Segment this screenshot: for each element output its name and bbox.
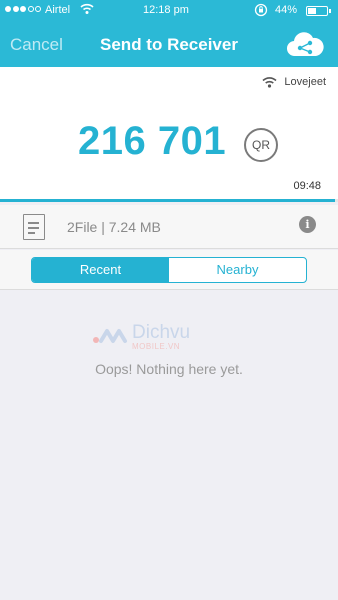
status-bar: Airtel 12:18 pm 44% xyxy=(0,0,338,22)
qr-label: QR xyxy=(252,138,270,152)
countdown-timer: 09:48 xyxy=(293,180,321,192)
expiry-progress-bar xyxy=(0,199,338,202)
qr-code-button[interactable]: QR xyxy=(244,128,278,162)
rotation-lock-icon xyxy=(254,3,268,17)
document-icon xyxy=(23,214,45,240)
info-icon[interactable]: i xyxy=(299,216,316,233)
receive-code: 216 701 xyxy=(78,119,227,163)
tabs-bar: Recent Nearby xyxy=(0,250,338,290)
watermark-brand: Dichvu xyxy=(132,322,191,343)
watermark-sub: MOBILE.VN xyxy=(132,342,181,351)
carrier-name: Airtel xyxy=(45,4,71,16)
empty-state-message: Oops! Nothing here yet. xyxy=(95,361,243,377)
wifi-icon xyxy=(262,77,277,88)
status-time: 12:18 pm xyxy=(143,4,189,16)
tab-nearby[interactable]: Nearby xyxy=(169,258,306,282)
segmented-control: Recent Nearby xyxy=(31,257,307,283)
signal-strength-icon xyxy=(5,6,41,12)
cloud-share-icon[interactable] xyxy=(286,30,324,58)
watermark: Dichvu MOBILE.VN xyxy=(92,321,242,351)
tab-recent[interactable]: Recent xyxy=(32,258,169,282)
network-name: Lovejeet xyxy=(284,76,326,88)
watermark-logo-icon xyxy=(93,329,127,343)
wifi-status-icon xyxy=(80,3,94,14)
file-summary-row[interactable]: 2File | 7.24 MB xyxy=(0,205,338,249)
file-summary: 2File | 7.24 MB xyxy=(67,219,161,235)
battery-percentage: 44% xyxy=(275,4,298,16)
connected-network: Lovejeet xyxy=(262,76,326,88)
battery-icon xyxy=(306,6,331,16)
history-list: Dichvu MOBILE.VN Oops! Nothing here yet. xyxy=(0,291,338,600)
header-bar: Airtel 12:18 pm 44% Cancel Send to Recei… xyxy=(0,0,338,67)
code-panel: Lovejeet 216 701 QR 09:48 xyxy=(0,67,338,202)
